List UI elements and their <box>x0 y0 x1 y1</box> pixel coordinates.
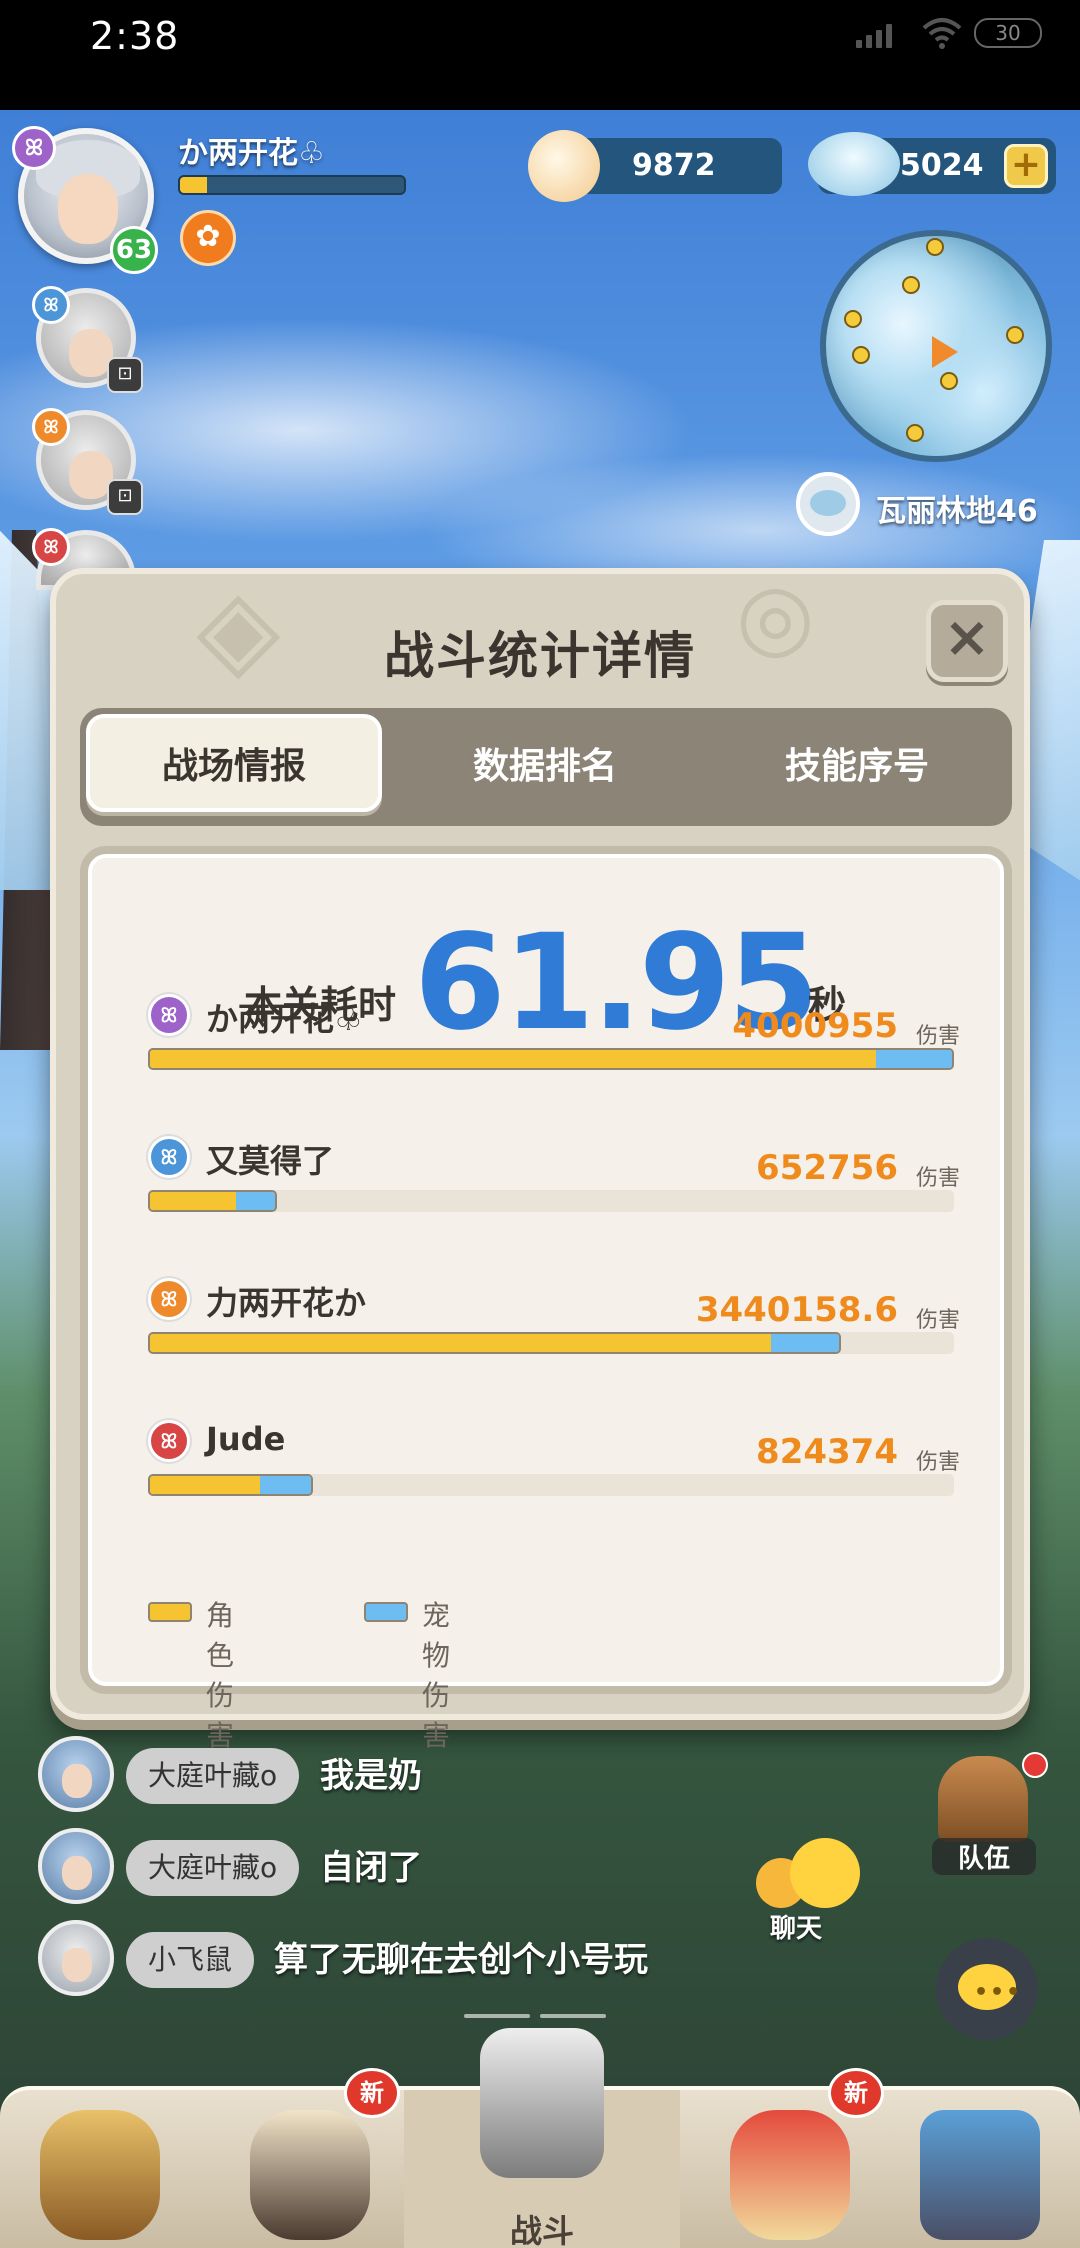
pearl-icon <box>528 130 600 202</box>
dialog-title: 战斗统计详情 <box>384 627 696 685</box>
player-position-icon <box>932 336 958 368</box>
location-name: 瓦丽林地46 <box>876 494 1038 529</box>
teammate-element-icon: ꕤ <box>32 286 70 324</box>
damage-value: 652756 <box>756 1148 898 1188</box>
pet-damage-segment <box>259 1476 311 1494</box>
player-name: 又莫得了 <box>206 1142 335 1180</box>
chat-text: 自闭了 <box>320 1848 422 1888</box>
new-badge: 新 <box>344 2068 400 2118</box>
kick-icon[interactable]: ⊡ <box>107 479 143 515</box>
location-pin-icon <box>796 472 860 536</box>
element-icon: ꕤ <box>148 1420 190 1462</box>
new-badge: 新 <box>828 2068 884 2118</box>
damage-value: 4000955 <box>732 1006 898 1046</box>
speech-bubble-button[interactable]: ••• <box>936 1938 1038 2040</box>
damage-unit: 伤害 <box>915 1450 960 1475</box>
dino-icon <box>730 2110 850 2240</box>
player-damage-row: ꕤ 力两开花か 3440158.6 伤害 <box>148 1278 960 1388</box>
chat-text: 算了无聊在去创个小号玩 <box>274 1940 648 1980</box>
chat-avatar[interactable] <box>38 1828 114 1904</box>
damage-unit: 伤害 <box>915 1166 960 1191</box>
tab-skill-order[interactable]: 技能序号 <box>702 708 1012 826</box>
battle-stats-dialog: ◈ ◎ 战斗统计详情 × 战场情报 数据排名 技能序号 本关耗时 61.95 秒… <box>50 564 1030 1752</box>
player-name: Jude <box>206 1420 286 1458</box>
element-icon: ꕤ <box>148 1278 190 1320</box>
crystal-icon <box>808 132 900 196</box>
damage-value: 824374 <box>756 1432 898 1472</box>
add-crystal-button[interactable]: + <box>1004 144 1048 188</box>
crystal-amount: 5024 <box>900 148 984 183</box>
pet-damage-segment <box>770 1334 839 1352</box>
element-icon: ꕤ <box>148 1136 190 1178</box>
role-damage-segment <box>150 1476 260 1494</box>
chat-avatar[interactable] <box>38 1920 114 1996</box>
damage-bar <box>148 1048 954 1070</box>
damage-bar <box>148 1474 313 1496</box>
notification-dot <box>1022 1752 1048 1778</box>
legend-role-swatch <box>148 1602 192 1622</box>
tab-battle-info[interactable]: 战场情报 <box>86 714 382 812</box>
role-damage-segment <box>150 1192 236 1210</box>
player-exp-bar <box>178 175 406 195</box>
chat-mascot-icon <box>790 1838 860 1908</box>
chat-sender[interactable]: 小飞鼠 <box>126 1932 255 1988</box>
bottom-nav: 新 战斗 新 <box>0 2028 1080 2248</box>
legend-pet-swatch <box>364 1602 408 1622</box>
signal-icon <box>856 22 900 48</box>
player-name: か两开花♧ <box>178 136 325 171</box>
legend-role-label: 角色伤害 <box>206 1599 235 1752</box>
tab-data-ranking[interactable]: 数据排名 <box>390 708 700 826</box>
character-icon <box>40 2110 160 2240</box>
buff-icon[interactable]: ✿ <box>180 210 236 266</box>
role-damage-segment <box>150 1050 876 1068</box>
pearl-currency: 9872 <box>528 130 782 202</box>
chat-text: 我是奶 <box>320 1756 422 1796</box>
nav-battle[interactable]: 战斗 <box>404 2028 680 2248</box>
tab-bar: 战场情报 数据排名 技能序号 <box>80 708 1012 826</box>
portal-icon <box>920 2110 1040 2240</box>
chat-sender[interactable]: 大庭叶藏o <box>126 1840 300 1896</box>
minimap[interactable] <box>820 230 1052 462</box>
pearl-amount: 9872 <box>632 148 716 183</box>
role-damage-segment <box>150 1334 771 1352</box>
legend-pet-label: 宠物伤害 <box>422 1599 451 1752</box>
team-button[interactable]: 队伍 <box>932 1752 1048 1875</box>
battle-info-panel: 本关耗时 61.95 秒 ꕤ か两开花♧ 4000955 伤害 ꕤ 又莫得了 652756 伤… <box>80 846 1012 1752</box>
status-bar: 2:38 30 <box>0 0 1080 110</box>
battery-icon: 30 <box>974 18 1042 48</box>
teammate-element-icon: ꕤ <box>32 528 70 566</box>
nav-pets[interactable]: 新 <box>210 2068 410 2248</box>
chat-sender[interactable]: 大庭叶藏o <box>126 1748 300 1804</box>
chat-avatar[interactable] <box>38 1736 114 1812</box>
status-time: 2:38 <box>90 14 180 58</box>
player-element-icon: ꕤ <box>12 126 56 170</box>
damage-bar <box>148 1190 277 1212</box>
pet-icon <box>250 2110 370 2240</box>
close-button[interactable]: × <box>926 600 1008 682</box>
player-name: 力两开花か <box>206 1284 367 1322</box>
player-name: か两开花♧ <box>206 1000 363 1038</box>
battle-sword-icon <box>480 2028 604 2178</box>
element-icon: ꕤ <box>148 994 190 1036</box>
wifi-icon <box>922 18 962 49</box>
player-level-badge: 63 <box>110 226 158 274</box>
player-damage-row: ꕤ か两开花♧ 4000955 伤害 <box>148 994 960 1104</box>
crystal-currency: 5024 + <box>808 132 1056 196</box>
player-damage-row: ꕤ Jude 824374 伤害 <box>148 1420 960 1530</box>
teammate-element-icon: ꕤ <box>32 408 70 446</box>
damage-unit: 伤害 <box>915 1024 960 1049</box>
player-damage-row: ꕤ 又莫得了 652756 伤害 <box>148 1136 960 1246</box>
nav-shop[interactable]: 新 <box>690 2068 890 2248</box>
damage-unit: 伤害 <box>915 1308 960 1333</box>
pet-damage-segment <box>235 1192 275 1210</box>
kick-icon[interactable]: ⊡ <box>107 357 143 393</box>
pet-damage-segment <box>875 1050 952 1068</box>
chat-button[interactable]: 聊天 <box>756 1838 866 1958</box>
nav-character[interactable] <box>0 2090 200 2248</box>
nav-portal[interactable] <box>880 2090 1080 2248</box>
damage-value: 3440158.6 <box>695 1290 898 1330</box>
team-icon <box>938 1756 1028 1842</box>
damage-bar <box>148 1332 841 1354</box>
